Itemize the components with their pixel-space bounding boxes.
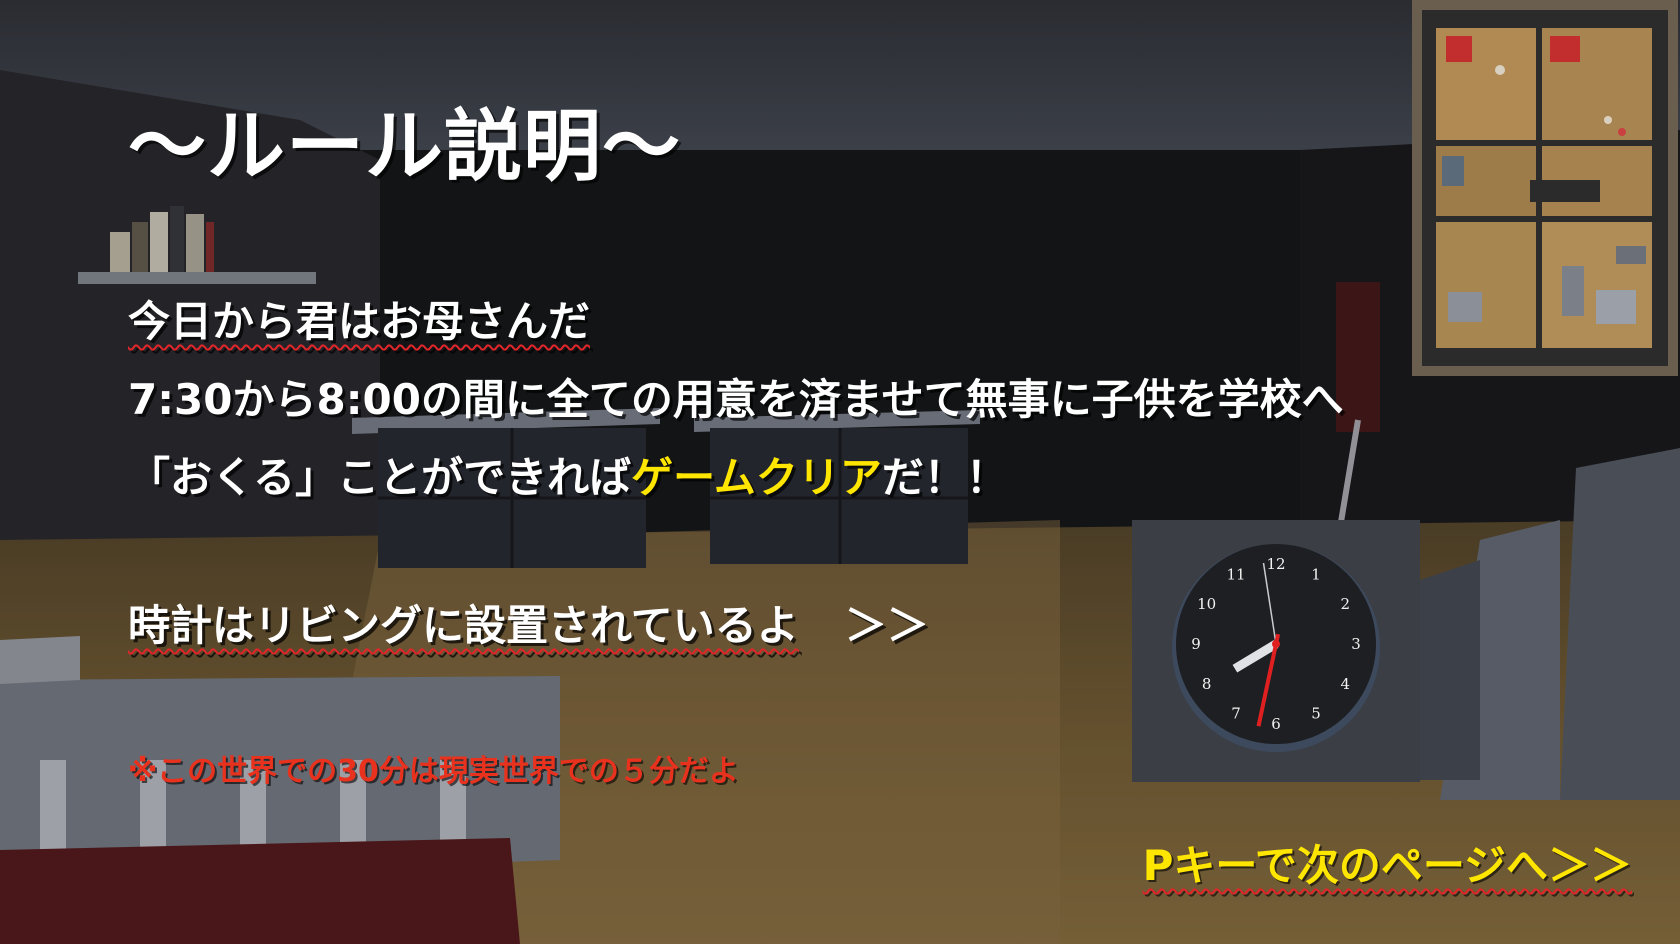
clock-number-11: 11: [1226, 566, 1245, 584]
clock-number-6: 6: [1271, 715, 1281, 733]
time-scale-note: ※この世界での30分は現実世界での５分だよ: [128, 754, 739, 789]
rule-line-mother: 今日から君はお母さんだ: [128, 297, 591, 346]
clock-number-5: 5: [1311, 704, 1321, 722]
clock-number-1: 1: [1311, 566, 1321, 584]
clock-number-7: 7: [1231, 704, 1241, 722]
wall-clock-panel: 12 1 2 3 4 5 6 7 8 9 10 11: [1132, 520, 1420, 782]
rule-line-clear-condition: 「おくる」ことができればゲームクリアだ！！: [128, 444, 1008, 505]
game-screen: 12 1 2 3 4 5 6 7 8 9 10 11 〜ルール説明〜 今日から君はお母さんだ 7:30…: [0, 0, 1680, 944]
rule-line-clock-location: 時計はリビングに設置されているよ ＞＞: [128, 592, 929, 653]
clock-number-4: 4: [1341, 675, 1351, 693]
floor-plan: [1412, 0, 1678, 376]
next-page-prompt[interactable]: Pキーで次のページへ＞＞: [1143, 832, 1632, 893]
minimap: [1412, 0, 1678, 376]
rules-title: 〜ルール説明〜: [128, 102, 682, 192]
clock-location-text: 時計はリビングに設置されているよ: [128, 601, 799, 650]
clock-number-9: 9: [1191, 635, 1201, 653]
clock-center: [1272, 640, 1280, 648]
clear-condition-suffix: だ！！: [881, 453, 1008, 502]
clock-arrow-icon: ＞＞: [844, 601, 929, 650]
clock-number-10: 10: [1197, 595, 1216, 613]
game-clear-highlight: ゲームクリア: [631, 453, 882, 502]
clock-number-8: 8: [1202, 675, 1212, 693]
clock-number-12: 12: [1266, 555, 1285, 573]
clock-number-3: 3: [1351, 635, 1361, 653]
analog-clock: 121234567891011: [1172, 544, 1380, 752]
clock-number-2: 2: [1341, 595, 1351, 613]
clear-condition-prefix: 「おくる」ことができれば: [128, 453, 632, 502]
rule-line-time-window: 7:30から8:00の間に全ての用意を済ませて無事に子供を学校へ: [128, 375, 1344, 424]
